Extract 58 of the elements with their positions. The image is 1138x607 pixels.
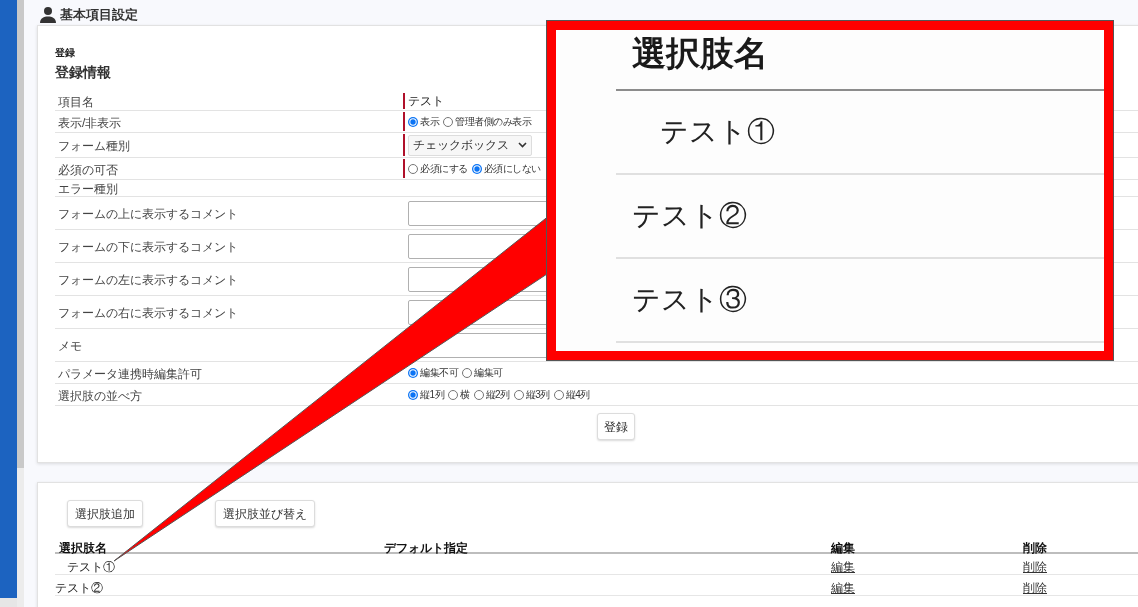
radio-icon[interactable] (443, 116, 453, 127)
radio-icon[interactable] (553, 389, 564, 400)
radio-option[interactable]: 縦3列 (513, 387, 550, 402)
column-header: デフォルト指定 (384, 541, 468, 555)
radio-option[interactable]: 横 (448, 387, 470, 402)
page-title: 基本項目設定 (60, 8, 138, 21)
column-header: 削除 (1023, 541, 1047, 555)
delete-link[interactable]: 削除 (1023, 581, 1047, 595)
select-field[interactable]: チェックボックス (408, 134, 532, 156)
field-label: 項目名 (58, 95, 94, 109)
reorder-button[interactable]: 選択肢並び替え (215, 500, 315, 527)
field-label: パラメータ連携時編集許可 (58, 366, 202, 381)
radio-option[interactable]: 表示 (408, 114, 439, 129)
radio-icon[interactable] (471, 163, 482, 174)
radio-icon[interactable] (473, 389, 484, 400)
delete-link[interactable]: 削除 (1023, 560, 1047, 574)
field-label: 選択肢の並べ方 (58, 388, 142, 403)
radio-icon[interactable] (408, 116, 418, 127)
radio-icon[interactable] (462, 367, 472, 378)
section-heading: 登録情報 (55, 63, 111, 82)
radio-option[interactable]: 編集可 (462, 365, 503, 380)
field-label: フォームの右に表示するコメント (58, 306, 238, 320)
radio-icon[interactable] (513, 389, 524, 400)
zoomed-column-header: 選択肢名 (632, 33, 768, 73)
field-label: 必須の可否 (58, 162, 118, 177)
field-label: フォーム種別 (58, 139, 130, 153)
section-label: 登録 (55, 47, 75, 59)
column-header: 選択肢名 (59, 541, 107, 555)
person-icon (40, 6, 56, 23)
field-label: フォームの上に表示するコメント (58, 207, 238, 221)
table-cell: テスト② (55, 581, 103, 595)
radio-option[interactable]: 必須にする (408, 161, 468, 176)
radio-icon[interactable] (408, 163, 418, 174)
radio-option[interactable]: 縦1列 (408, 387, 445, 402)
radio-icon[interactable] (448, 389, 459, 400)
radio-option[interactable]: 管理者側のみ表示 (443, 114, 531, 129)
radio-option[interactable]: 必須にしない (471, 161, 541, 176)
field-label: 表示/非表示 (58, 115, 122, 130)
zoomed-table-cell: テスト② (632, 199, 747, 233)
zoomed-table-cell-text: テスト① (659, 115, 775, 149)
zoomed-table-cell: テスト③ (632, 283, 747, 317)
add-choice-button[interactable]: 選択肢追加 (67, 500, 143, 527)
field-label: フォームの左に表示するコメント (58, 273, 238, 287)
edit-link[interactable]: 編集 (831, 581, 855, 595)
column-header: 編集 (831, 541, 855, 555)
register-button[interactable]: 登録 (597, 413, 635, 440)
radio-option[interactable]: 編集不可 (408, 365, 458, 380)
radio-icon[interactable] (408, 367, 418, 378)
field-label: メモ (58, 339, 82, 353)
radio-option[interactable]: 縦4列 (553, 387, 590, 402)
table-cell-text: テスト① (66, 560, 115, 574)
field-label: エラー種別 (58, 182, 118, 196)
text-field[interactable]: テスト (408, 92, 544, 110)
chevron-down-icon (518, 142, 527, 148)
radio-icon[interactable] (408, 389, 418, 400)
field-label: フォームの下に表示するコメント (58, 240, 238, 254)
radio-option[interactable]: 縦2列 (473, 387, 510, 402)
edit-link[interactable]: 編集 (831, 560, 855, 574)
